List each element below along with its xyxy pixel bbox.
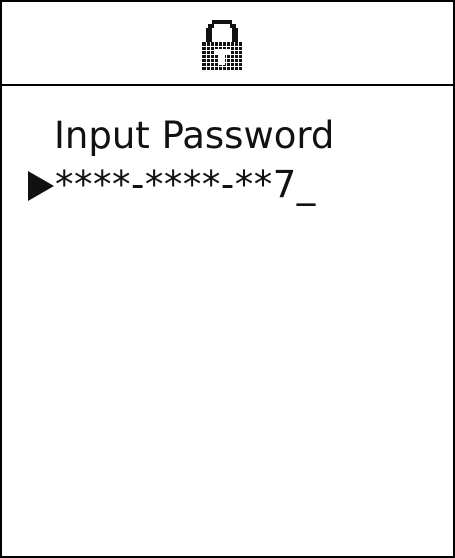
lock-icon [200,16,244,72]
selection-arrow-icon [28,171,54,201]
header-bar [2,2,453,86]
password-prompt: Input Password [54,114,335,157]
password-field[interactable]: ****-****-**7_ [55,162,316,208]
password-screen: Input Password ****-****-**7_ [0,0,455,558]
